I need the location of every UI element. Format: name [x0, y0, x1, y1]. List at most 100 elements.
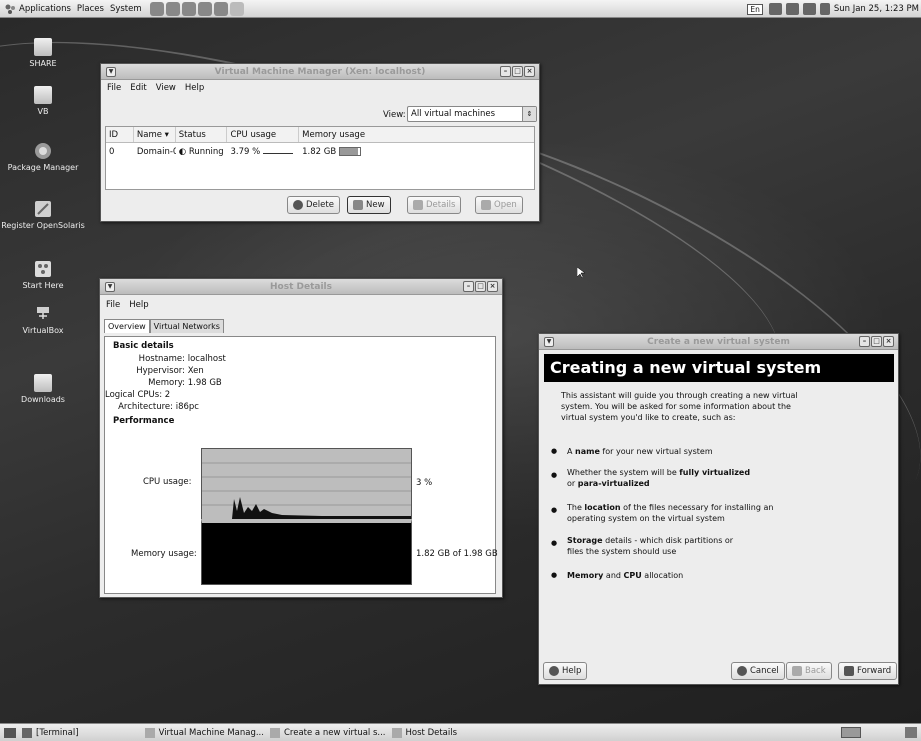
window-menu-icon[interactable]: ▼ — [105, 282, 115, 292]
back-button[interactable]: Back — [786, 662, 832, 680]
cancel-button[interactable]: Cancel — [731, 662, 785, 680]
desktop-icon-downloads[interactable]: Downloads — [0, 374, 86, 405]
cancel-icon — [737, 666, 747, 676]
wizard-header: Creating a new virtual system — [544, 354, 894, 382]
taskbar-item-host-details[interactable]: Host Details — [391, 727, 457, 738]
overview-panel: Basic details Hostname: localhost Hyperv… — [104, 336, 498, 594]
memory-bar — [338, 147, 361, 156]
col-memory[interactable]: Memory usage — [299, 127, 534, 142]
vmm-title: Virtual Machine Manager (Xen: localhost) — [214, 67, 426, 77]
hypervisor-row: Hypervisor: Xen — [136, 366, 204, 376]
delete-button[interactable]: Delete — [287, 196, 340, 214]
window-menu-icon[interactable]: ▼ — [106, 67, 116, 77]
memory-bar-fill — [339, 148, 359, 155]
tab-overview[interactable]: Overview — [104, 319, 150, 333]
menu-applications[interactable]: Applications — [19, 4, 71, 14]
mail-launcher-icon[interactable] — [181, 1, 196, 16]
folder-icon — [34, 374, 52, 392]
wizard-window-title: Create a new virtual system — [647, 337, 790, 347]
display-icon[interactable] — [802, 3, 816, 15]
workspace-switcher[interactable] — [841, 727, 861, 738]
performance-heading: Performance — [113, 416, 175, 426]
back-arrow-icon — [792, 666, 802, 676]
browser-launcher-icon[interactable] — [165, 1, 180, 16]
menu-file[interactable]: File — [106, 300, 120, 310]
search-launcher-icon[interactable] — [229, 1, 244, 16]
vmm-titlebar[interactable]: ▼ Virtual Machine Manager (Xen: localhos… — [101, 64, 539, 80]
bullet-item: Storage details - which disk partitions … — [551, 535, 741, 557]
tab-virtual-networks[interactable]: Virtual Networks — [149, 319, 224, 333]
desktop-icon-virtualbox[interactable]: VirtualBox — [0, 305, 86, 336]
maximize-button[interactable]: □ — [871, 336, 882, 347]
bullet-item: Whether the system will be fully virtual… — [551, 467, 751, 489]
desktop-icon-share[interactable]: SHARE — [0, 38, 86, 69]
update-icon[interactable] — [785, 3, 799, 15]
hostname-row: Hostname: localhost — [138, 354, 226, 364]
desktop-icon-label: Register OpenSolaris — [1, 221, 85, 230]
show-desktop-icon[interactable] — [4, 727, 16, 738]
trash-icon[interactable] — [905, 727, 917, 738]
host-details-window: ▼ Host Details – □ × File Help Overview … — [99, 278, 503, 598]
desktop-icon-package-manager[interactable]: Package Manager — [0, 142, 86, 173]
wizard-window: ▼ Create a new virtual system – □ × Crea… — [538, 333, 899, 685]
menu-edit[interactable]: Edit — [130, 83, 146, 93]
top-panel: Applications Places System En Sun Jan 25… — [0, 0, 921, 18]
folder-icon — [34, 38, 52, 56]
menu-file[interactable]: File — [107, 83, 121, 93]
window-menu-icon[interactable]: ▼ — [544, 337, 554, 347]
terminal-launcher-icon[interactable] — [213, 1, 228, 16]
menu-help[interactable]: Help — [185, 83, 204, 93]
open-button[interactable]: Open — [475, 196, 523, 214]
volume-icon[interactable] — [819, 3, 830, 15]
forward-arrow-icon — [844, 666, 854, 676]
forward-button[interactable]: Forward — [838, 662, 898, 680]
close-button[interactable]: × — [883, 336, 894, 347]
select-arrows-icon[interactable]: ⇕ — [522, 107, 536, 121]
taskbar-item-wizard[interactable]: Create a new virtual s... — [269, 727, 386, 738]
media-launcher-icon[interactable] — [197, 1, 212, 16]
terminal-icon — [22, 727, 32, 738]
cell-cpu: 3.79 % — [227, 143, 299, 161]
desktop-icon-label: Start Here — [22, 281, 64, 290]
menu-system[interactable]: System — [110, 4, 142, 14]
bullet-item: Memory and CPU allocation — [551, 570, 881, 581]
wizard-intro: This assistant will guide you through cr… — [561, 391, 798, 422]
new-button[interactable]: New — [347, 196, 391, 214]
clock[interactable]: Sun Jan 25, 1:23 PM — [834, 4, 919, 14]
help-button[interactable]: Help — [543, 662, 588, 680]
virtualbox-icon — [34, 305, 52, 323]
network-icon[interactable] — [768, 3, 782, 15]
host-menubar: File Help — [100, 297, 502, 312]
desktop-icon-label: VB — [37, 107, 49, 116]
col-id[interactable]: ID — [106, 127, 134, 142]
col-cpu[interactable]: CPU usage — [227, 127, 300, 142]
wizard-titlebar[interactable]: ▼ Create a new virtual system – □ × — [539, 334, 898, 350]
minimize-button[interactable]: – — [859, 336, 870, 347]
menu-places[interactable]: Places — [77, 4, 104, 14]
close-button[interactable]: × — [524, 66, 535, 77]
cell-memory: 1.82 GB — [299, 143, 534, 161]
taskbar-item-terminal[interactable]: [Terminal] — [22, 727, 79, 738]
col-name[interactable]: Name ▾ — [134, 127, 176, 142]
details-button[interactable]: Details — [407, 196, 462, 214]
minimize-button[interactable]: – — [500, 66, 511, 77]
col-status[interactable]: Status — [176, 127, 228, 142]
view-select-value: All virtual machines — [411, 109, 496, 119]
desktop-icon-start-here[interactable]: Start Here — [0, 260, 86, 291]
menu-help[interactable]: Help — [129, 300, 148, 310]
maximize-button[interactable]: □ — [512, 66, 523, 77]
close-button[interactable]: × — [487, 281, 498, 292]
table-row[interactable]: 0 Domain-0 ◐ Running 3.79 % 1.82 GB — [106, 143, 534, 161]
taskbar-item-vmm[interactable]: Virtual Machine Manag... — [144, 727, 264, 738]
desktop-icon-vb[interactable]: VB — [0, 86, 86, 117]
cpu-usage-value: 3 % — [416, 478, 433, 488]
menu-view[interactable]: View — [156, 83, 176, 93]
host-titlebar[interactable]: ▼ Host Details – □ × — [100, 279, 502, 295]
home-launcher-icon[interactable] — [149, 1, 164, 16]
view-select[interactable]: All virtual machines ⇕ — [407, 106, 537, 122]
cpu-usage-graph — [201, 448, 412, 520]
language-indicator[interactable]: En — [747, 3, 763, 15]
maximize-button[interactable]: □ — [475, 281, 486, 292]
desktop-icon-register-opensolaris[interactable]: Register OpenSolaris — [0, 200, 86, 231]
minimize-button[interactable]: – — [463, 281, 474, 292]
